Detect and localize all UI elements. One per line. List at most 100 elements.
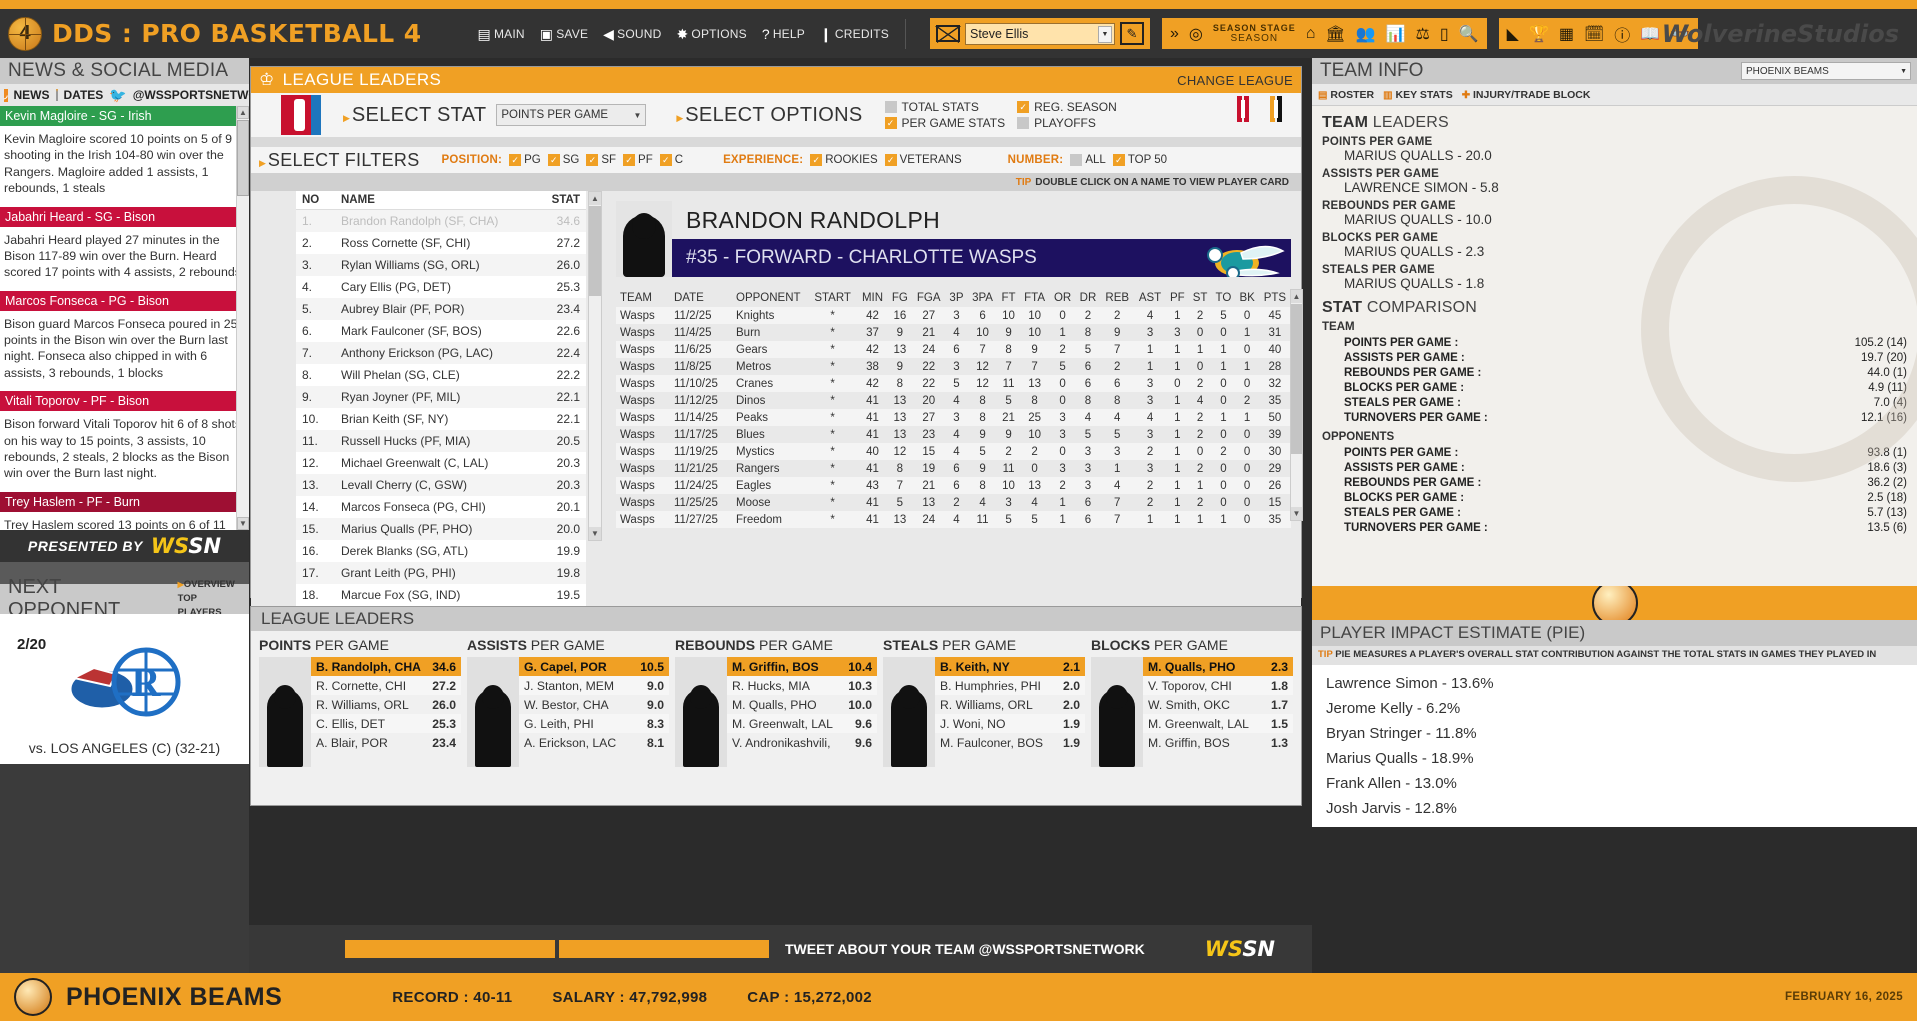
list-item[interactable]: W. Bestor, CHA9.0 — [519, 695, 669, 714]
filter-top50[interactable]: ✓TOP 50 — [1113, 154, 1167, 166]
list-item[interactable]: R. Williams, ORL26.0 — [311, 695, 461, 714]
scoreboard-icon[interactable]: ▦ — [1559, 24, 1574, 44]
table-row[interactable]: 18.Marcue Fox (SG, IND)19.5 — [296, 584, 586, 606]
info-icon[interactable]: ⓘ — [1614, 22, 1630, 46]
card-icon[interactable]: ▯ — [1440, 24, 1449, 44]
news-scrollbar[interactable]: ▲ ▼ — [236, 106, 249, 530]
filter-pg[interactable]: ✓PG — [509, 154, 541, 166]
filter-sf[interactable]: ✓SF — [586, 154, 616, 166]
filter-sg[interactable]: ✓SG — [548, 154, 580, 166]
scroll-down-icon[interactable]: ▼ — [589, 527, 601, 540]
filter-rookies[interactable]: ✓ROOKIES — [810, 154, 877, 166]
table-row[interactable]: 8.Will Phelan (SG, CLE)22.2 — [296, 364, 586, 386]
list-item[interactable]: M. Qualls, PHO10.0 — [727, 695, 877, 714]
list-item[interactable]: R. Williams, ORL2.0 — [935, 695, 1085, 714]
table-row[interactable]: 16.Derek Blanks (SG, ATL)19.9 — [296, 540, 586, 562]
list-item[interactable]: W. Smith, OKC1.7 — [1143, 695, 1293, 714]
list-item[interactable]: J. Stanton, MEM9.0 — [519, 676, 669, 695]
tab-injury-trade[interactable]: ✚ INJURY/TRADE BLOCK — [1462, 89, 1591, 101]
search-icon[interactable]: 🔍 — [1459, 24, 1479, 44]
list-item[interactable]: B. Randolph, CHA34.6 — [311, 657, 461, 676]
option-total-stats[interactable]: TOTAL STATS — [885, 100, 1006, 114]
table-row[interactable]: 2.Ross Cornette (SF, CHI)27.2 — [296, 232, 586, 254]
trophy-icon[interactable]: 🏆 — [1529, 24, 1549, 44]
news-item[interactable]: Trey Haslem - PF - Burn Trey Haslem scor… — [0, 492, 249, 530]
table-row[interactable]: 7.Anthony Erickson (PG, LAC)22.4 — [296, 342, 586, 364]
scroll-thumb[interactable] — [1291, 304, 1302, 454]
menu-main[interactable]: ▤MAIN — [472, 23, 531, 45]
leaders-scrollbar[interactable]: ▲ ▼ — [588, 191, 602, 541]
basketball-icon[interactable]: ◎ — [1189, 24, 1203, 44]
scroll-thumb[interactable] — [237, 120, 249, 196]
table-row[interactable]: Wasps11/21/25Rangers*4181969110331312002… — [616, 460, 1291, 477]
table-row[interactable]: 4.Cary Ellis (PG, DET)25.3 — [296, 276, 586, 298]
option-reg-season[interactable]: ✓REG. SEASON — [1017, 100, 1117, 114]
table-row[interactable]: 3.Rylan Williams (SG, ORL)26.0 — [296, 254, 586, 276]
list-item[interactable]: J. Woni, NO1.9 — [935, 714, 1085, 733]
table-row[interactable]: Wasps11/12/25Dinos*41132048580883140235 — [616, 392, 1291, 409]
news-item[interactable]: Vitali Toporov - PF - Bison Bison forwar… — [0, 391, 249, 492]
news-item[interactable]: Kevin Magloire - SG - Irish Kevin Magloi… — [0, 106, 249, 207]
bar-chart-icon[interactable]: 📊 — [1386, 24, 1406, 44]
menu-sound[interactable]: ◀SOUND — [597, 23, 667, 45]
table-row[interactable]: Wasps11/19/25Mystics*4012154522033210203… — [616, 443, 1291, 460]
table-row[interactable]: Wasps11/4/25Burn*379214109101893300131 — [616, 324, 1291, 341]
table-row[interactable]: 14.Marcos Fonseca (PG, CHI)20.1 — [296, 496, 586, 518]
list-item[interactable]: G. Leith, PHI8.3 — [519, 714, 669, 733]
tab-roster[interactable]: ▤ ROSTER — [1318, 89, 1374, 101]
filter-all[interactable]: ALL — [1070, 154, 1105, 166]
tab-key-stats[interactable]: ▥ KEY STATS — [1383, 89, 1453, 101]
news-item[interactable]: Marcos Fonseca - PG - Bison Bison guard … — [0, 291, 249, 392]
table-row[interactable]: 6.Mark Faulconer (SF, BOS)22.6 — [296, 320, 586, 342]
table-row[interactable]: 15.Marius Qualls (PF, PHO)20.0 — [296, 518, 586, 540]
table-row[interactable]: 5.Aubrey Blair (PF, POR)23.4 — [296, 298, 586, 320]
table-row[interactable]: 11.Russell Hucks (PF, MIA)20.5 — [296, 430, 586, 452]
advance-icon[interactable]: » — [1170, 25, 1179, 43]
building-icon[interactable]: 🏛 — [1325, 24, 1345, 44]
table-row[interactable]: Wasps11/8/25Metros*38922312775621101128 — [616, 358, 1291, 375]
list-item[interactable]: B. Keith, NY2.1 — [935, 657, 1085, 676]
scroll-up-icon[interactable]: ▲ — [1291, 290, 1302, 303]
table-row[interactable]: Wasps11/27/25Freedom*4113244115516711110… — [616, 511, 1291, 528]
table-row[interactable]: Wasps11/14/25Peaks*411327382125344412115… — [616, 409, 1291, 426]
edit-icon[interactable]: ✎ — [1120, 22, 1144, 45]
list-item[interactable]: A. Erickson, LAC8.1 — [519, 733, 669, 752]
user-select[interactable]: Steve Ellis ▼ — [965, 23, 1115, 45]
filter-veterans[interactable]: ✓VETERANS — [885, 154, 962, 166]
table-row[interactable]: 10.Brian Keith (SF, NY)22.1 — [296, 408, 586, 430]
mail-icon[interactable] — [936, 25, 960, 42]
list-item[interactable]: R. Hucks, MIA10.3 — [727, 676, 877, 695]
list-item[interactable]: V. Toporov, CHI1.8 — [1143, 676, 1293, 695]
option-playoffs[interactable]: PLAYOFFS — [1017, 116, 1117, 130]
list-item[interactable]: A. Blair, POR23.4 — [311, 733, 461, 752]
list-item[interactable]: M. Griffin, BOS1.3 — [1143, 733, 1293, 752]
menu-help[interactable]: ?HELP — [756, 23, 811, 45]
link-overview[interactable]: OVERVIEW — [184, 579, 235, 590]
team-select[interactable]: PHOENIX BEAMS ▼ — [1741, 62, 1911, 80]
list-item[interactable]: M. Qualls, PHO2.3 — [1143, 657, 1293, 676]
table-row[interactable]: Wasps11/2/25Knights*42162736101002241250… — [616, 307, 1291, 324]
home-icon[interactable]: ⌂ — [1306, 25, 1316, 43]
list-item[interactable]: G. Capel, POR10.5 — [519, 657, 669, 676]
tab-dates[interactable]: DATES — [64, 88, 104, 102]
list-item[interactable]: M. Griffin, BOS10.4 — [727, 657, 877, 676]
scroll-thumb[interactable] — [589, 206, 601, 296]
table-row[interactable]: 17.Grant Leith (PG, PHI)19.8 — [296, 562, 586, 584]
game-log-scrollbar[interactable]: ▲ ▼ — [1290, 289, 1303, 521]
list-item[interactable]: M. Greenwalt, LAL1.5 — [1143, 714, 1293, 733]
league-icon-orange[interactable] — [1270, 96, 1281, 121]
list-item[interactable]: B. Humphries, PHI2.0 — [935, 676, 1085, 695]
menu-options[interactable]: ✸OPTIONS — [670, 23, 752, 45]
table-row[interactable]: 1.Brandon Randolph (SF, CHA)34.6 — [296, 210, 586, 232]
filter-pf[interactable]: ✓PF — [623, 154, 653, 166]
whistle-icon[interactable]: ◣ — [1507, 24, 1519, 44]
list-item[interactable]: V. Andronikashvili,9.6 — [727, 733, 877, 752]
list-item[interactable]: C. Ellis, DET25.3 — [311, 714, 461, 733]
table-row[interactable]: Wasps11/6/25Gears*42132467892571111040 — [616, 341, 1291, 358]
filter-c[interactable]: ✓C — [660, 154, 683, 166]
table-row[interactable]: 12.Michael Greenwalt (C, LAL)20.3 — [296, 452, 586, 474]
menu-credits[interactable]: ❙CREDITS — [814, 23, 895, 45]
finance-icon[interactable]: ⚖ — [1416, 24, 1430, 44]
tab-news[interactable]: NEWS — [14, 88, 50, 102]
calendar-icon[interactable]: 🗓 — [1584, 24, 1604, 44]
